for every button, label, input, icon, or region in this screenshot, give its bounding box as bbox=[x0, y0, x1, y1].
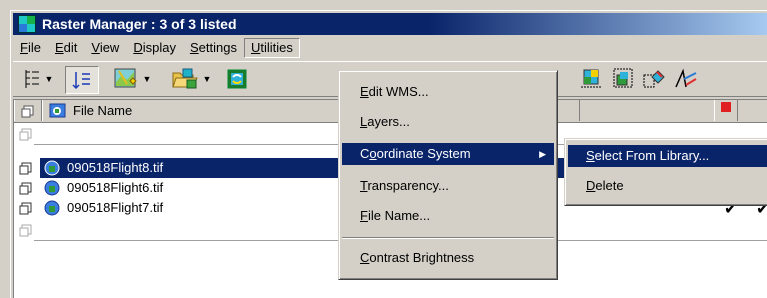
lock-column-icon bbox=[21, 105, 34, 117]
lock-column-header[interactable] bbox=[14, 100, 42, 121]
raster-tool-3-button[interactable] bbox=[641, 66, 667, 92]
utilities-menu: Edit WMS... Layers... Coordinate System ▶… bbox=[338, 70, 558, 280]
file-name-cell: 090518Flight6.tif bbox=[67, 180, 164, 195]
unlock-icon bbox=[19, 128, 32, 141]
raster-warp-icon bbox=[675, 68, 697, 88]
file-name-cell: 090518Flight7.tif bbox=[67, 200, 164, 215]
folder-open-icon bbox=[171, 68, 198, 89]
menu-item-transparency[interactable]: Transparency... bbox=[342, 175, 554, 197]
raster-fit-icon bbox=[613, 68, 633, 88]
menu-item-select-from-library[interactable]: Select From Library... bbox=[568, 145, 767, 167]
unlock-icon bbox=[19, 182, 32, 195]
file-name-cell: 090518Flight8.tif bbox=[64, 160, 167, 176]
menu-edit[interactable]: Edit bbox=[48, 38, 84, 58]
file-name-header-label: File Name bbox=[73, 103, 133, 118]
submenu-arrow-icon: ▶ bbox=[539, 149, 546, 159]
sort-order-button[interactable] bbox=[65, 66, 99, 94]
menu-file[interactable]: File bbox=[13, 38, 48, 58]
raster-file-header-icon bbox=[49, 103, 66, 117]
raster-file-icon bbox=[44, 200, 60, 216]
tree-view-icon bbox=[25, 70, 39, 88]
menu-item-edit-wms[interactable]: Edit WMS... bbox=[342, 81, 554, 103]
raster-map-icon bbox=[114, 68, 137, 88]
menu-utilities[interactable]: Utilities bbox=[243, 38, 300, 58]
raster-tool-1-button[interactable] bbox=[579, 66, 603, 92]
refresh-icon bbox=[227, 69, 247, 89]
menu-item-delete[interactable]: Delete bbox=[568, 175, 767, 197]
menu-item-contrast-brightness[interactable]: Contrast Brightness bbox=[342, 247, 554, 269]
unlock-icon bbox=[19, 224, 32, 237]
menu-item-coordinate-system[interactable]: Coordinate System ▶ bbox=[342, 143, 554, 165]
menu-view[interactable]: View bbox=[84, 38, 126, 58]
raster-move-icon bbox=[643, 70, 665, 88]
raster-file-icon bbox=[44, 160, 60, 176]
raster-tool-2-button[interactable] bbox=[611, 66, 635, 92]
tree-view-dropdown-button[interactable]: ▼ bbox=[17, 66, 59, 92]
red-square-icon bbox=[721, 101, 731, 112]
refresh-button[interactable] bbox=[223, 66, 251, 92]
raster-tool-4-button[interactable] bbox=[673, 66, 699, 92]
raster-insert-icon bbox=[581, 69, 601, 88]
column-header-display[interactable] bbox=[714, 100, 738, 121]
unlock-icon bbox=[19, 162, 32, 175]
menu-item-file-name[interactable]: File Name... bbox=[342, 205, 554, 227]
menu-display[interactable]: Display bbox=[126, 38, 183, 58]
raster-file-icon bbox=[44, 180, 60, 196]
sort-list-icon bbox=[72, 72, 90, 90]
title-bar[interactable]: Raster Manager : 3 of 3 listed bbox=[13, 13, 767, 35]
menu-bar: File Edit View Display Settings Utilitie… bbox=[13, 37, 767, 59]
window-title: Raster Manager : 3 of 3 listed bbox=[42, 16, 237, 32]
map-dropdown-button[interactable]: ▼ bbox=[107, 66, 157, 92]
menu-settings[interactable]: Settings bbox=[183, 38, 244, 58]
unlock-icon bbox=[19, 202, 32, 215]
menu-item-layers[interactable]: Layers... bbox=[342, 111, 554, 133]
menu-separator bbox=[342, 237, 554, 239]
coordinate-system-submenu: Select From Library... Delete bbox=[564, 138, 767, 206]
chevron-down-icon: ▼ bbox=[142, 74, 152, 84]
chevron-down-icon: ▼ bbox=[202, 74, 212, 84]
open-folder-dropdown-button[interactable]: ▼ bbox=[165, 66, 217, 92]
raster-manager-app-icon bbox=[18, 15, 36, 33]
chevron-down-icon: ▼ bbox=[44, 74, 54, 84]
